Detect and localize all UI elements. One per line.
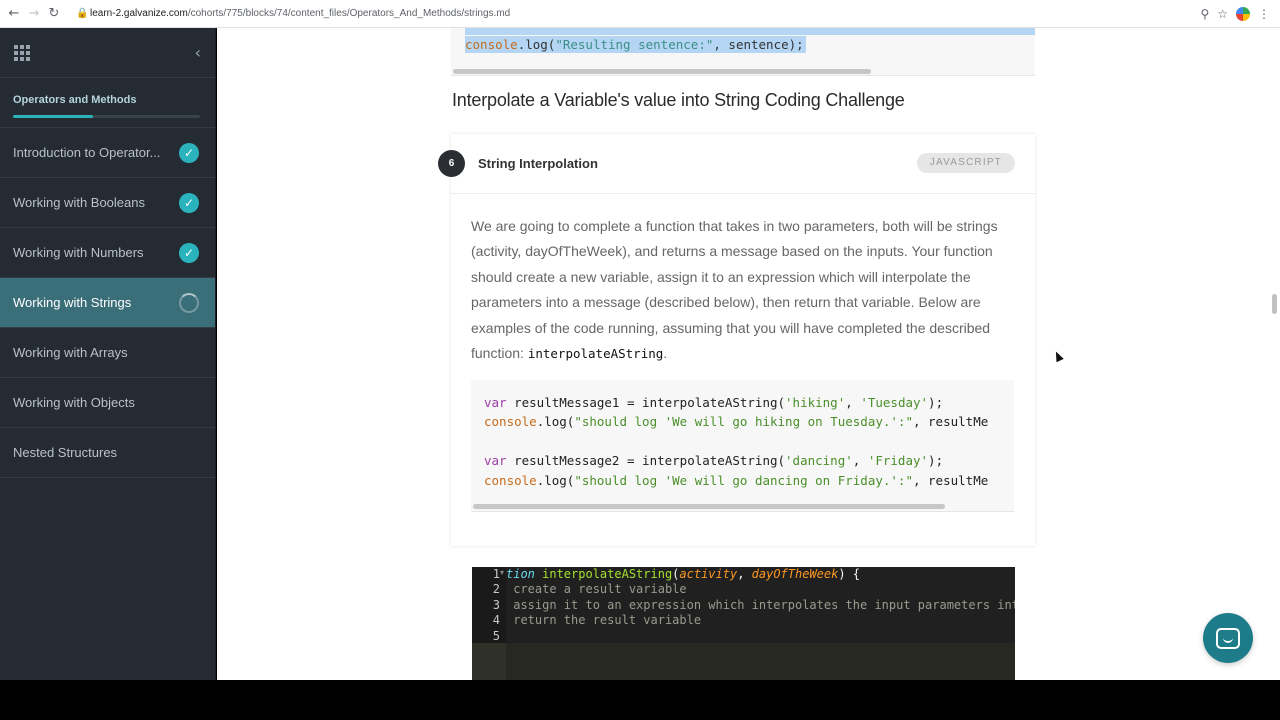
profile-avatar[interactable] <box>1236 6 1250 21</box>
url-path: /cohorts/775/blocks/74/content_files/Ope… <box>187 8 511 19</box>
progress-ring-icon <box>179 292 199 313</box>
chevron-left-icon[interactable]: ‹ <box>195 43 201 62</box>
fold-arrow-icon[interactable]: ▾ <box>500 568 504 577</box>
sidebar-item[interactable]: Working with Numbers ✓ <box>0 228 215 278</box>
line-number: 4 <box>492 613 500 628</box>
previous-code-block: console.log("Resulting sentence:", sente… <box>451 28 1035 76</box>
sidebar-item-label: Introduction to Operator... <box>13 145 161 160</box>
sidebar-item[interactable]: Working with Arrays <box>0 328 215 378</box>
check-circle-icon: ✓ <box>179 192 199 213</box>
sidebar-item[interactable]: Working with Objects <box>0 378 215 428</box>
section-heading: Interpolate a Variable's value into Stri… <box>452 90 905 110</box>
language-badge: JAVASCRIPT <box>916 153 1015 173</box>
sidebar-item-label: Working with Numbers <box>13 245 144 260</box>
sidebar-header: ‹ <box>0 28 215 78</box>
reload-button[interactable]: ↻ <box>44 0 64 28</box>
challenge-description: We are going to complete a function that… <box>471 218 998 362</box>
sidebar-item-label: Working with Objects <box>13 395 135 410</box>
apps-grid-icon[interactable] <box>14 44 30 61</box>
sidebar-item-label: Working with Strings <box>13 295 132 310</box>
browser-toolbar: ← → ↻ 🔒 learn-2.galvanize.com/cohorts/77… <box>0 0 1280 28</box>
forward-button[interactable]: → <box>24 0 44 28</box>
sidebar-item[interactable]: Working with Strings <box>0 278 215 328</box>
sidebar: ‹ Operators and Methods Introduction to … <box>0 28 216 680</box>
line-number: 5 <box>492 628 500 643</box>
challenge-number-badge: 6 <box>438 150 465 177</box>
editor-line: tion interpolateAString(activity, dayOfT… <box>506 567 861 581</box>
check-circle-icon: ✓ <box>179 242 199 263</box>
line-number: 3 <box>492 597 500 612</box>
code-editor[interactable]: 12345 ▾ tion interpolateAString(activity… <box>472 567 1015 680</box>
url-host: learn-2.galvanize.com <box>90 8 188 19</box>
challenge-card: 6 String Interpolation JAVASCRIPT We are… <box>438 134 1035 546</box>
selection-highlight <box>465 28 1035 35</box>
back-button[interactable]: ← <box>4 0 24 28</box>
challenge-title: String Interpolation <box>478 156 598 171</box>
letterbox-bar <box>0 680 1280 720</box>
sidebar-item-label: Working with Booleans <box>13 195 145 210</box>
chat-button[interactable] <box>1203 613 1253 663</box>
chat-icon <box>1216 627 1240 649</box>
editor-line: create a result variable <box>506 582 687 597</box>
check-circle-icon: ✓ <box>179 142 199 163</box>
editor-line: assign it to an expression which interpo… <box>506 597 1015 612</box>
line-number: 2 <box>492 582 500 597</box>
page-scrollbar[interactable] <box>1272 294 1277 314</box>
line-number: 1 <box>492 567 500 581</box>
sidebar-item-label: Working with Arrays <box>13 345 128 360</box>
sidebar-item[interactable]: Nested Structures <box>0 428 215 478</box>
example-code-block: var resultMessage1 = interpolateAString(… <box>471 380 1014 512</box>
sidebar-item-label: Nested Structures <box>13 445 118 460</box>
address-bar[interactable]: learn-2.galvanize.com/cohorts/775/blocks… <box>90 8 510 19</box>
progress-fill <box>13 115 94 118</box>
code-line: console.log("Resulting sentence:", sente… <box>465 36 806 53</box>
section-progress-bar <box>13 115 200 118</box>
horizontal-scrollbar[interactable] <box>473 504 945 509</box>
kebab-menu-icon[interactable]: ⋮ <box>1258 7 1270 21</box>
horizontal-scrollbar[interactable] <box>453 69 871 74</box>
zoom-icon[interactable]: ⚲ <box>1200 7 1209 21</box>
star-icon[interactable]: ☆ <box>1217 7 1228 21</box>
inline-code: interpolateAString <box>527 346 664 362</box>
lock-icon: 🔒 <box>76 8 89 19</box>
sidebar-item[interactable]: Introduction to Operator... ✓ <box>0 128 215 178</box>
sidebar-section-title: Operators and Methods <box>13 94 137 106</box>
editor-line: return the result variable <box>506 613 702 628</box>
challenge-header: 6 String Interpolation JAVASCRIPT <box>438 134 1035 194</box>
main-content: console.log("Resulting sentence:", sente… <box>217 28 1280 680</box>
sidebar-section: Operators and Methods <box>0 78 215 128</box>
sidebar-item[interactable]: Working with Booleans ✓ <box>0 178 215 228</box>
